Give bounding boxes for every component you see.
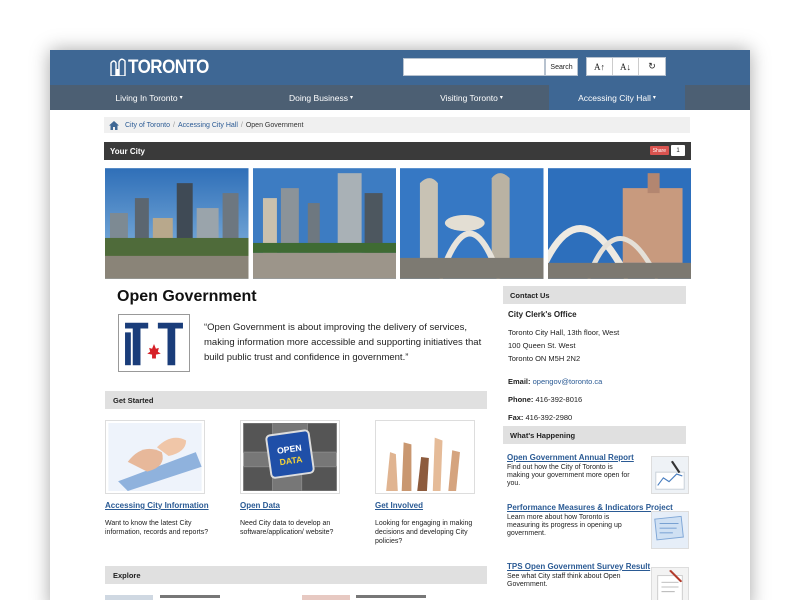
breadcrumb-current: Open Government (245, 121, 304, 129)
main-nav: Living In Toronto ▾ Doing Business ▾ Vis… (50, 85, 750, 110)
address-line: 100 Queen St. West (508, 341, 576, 350)
banner-photo-city-hall (400, 168, 544, 279)
card-title-get-involved[interactable]: Get Involved (375, 501, 505, 510)
font-decrease-button[interactable]: A↓ (613, 58, 639, 75)
news-desc: See what City staff think about Open Gov… (507, 573, 621, 588)
open-government-logo (118, 314, 190, 372)
news-thumbnail-tps-survey[interactable] (651, 567, 689, 600)
survey-form-graphic (652, 568, 688, 600)
card-title-open-data[interactable]: Open Data (240, 501, 370, 510)
card-desc: Want to know the latest City information… (105, 520, 209, 536)
open-data-key-graphic: OPEN DATA (243, 423, 337, 491)
report-pen-graphic (652, 457, 688, 493)
nav-item-accessing-city-hall[interactable]: Accessing City Hall ▾ (549, 85, 685, 110)
breadcrumb-separator: / (240, 121, 243, 129)
banner-photo-skyline (105, 168, 249, 279)
explore-label: Explore (113, 570, 141, 580)
your-city-bar: Your City Share 1 (104, 142, 691, 160)
share-label: Share (652, 147, 666, 154)
contact-info: City Clerk's Office Toronto City Hall, 1… (508, 310, 688, 431)
contact-office: City Clerk's Office (508, 310, 577, 319)
whats-happening-label: What's Happening (510, 430, 576, 440)
breadcrumb-link-city-of-toronto[interactable]: City of Toronto (125, 122, 170, 129)
logo-text: TORONTO (128, 55, 209, 78)
open-government-logo-graphic (122, 317, 186, 369)
contact-address: Toronto City Hall, 13th floor, West 100 … (508, 326, 688, 365)
keyboard-hands-graphic (108, 423, 202, 491)
news-desc: Learn more about how Toronto is measurin… (507, 514, 622, 537)
explore-heading: Explore (105, 566, 487, 584)
email-link[interactable]: opengov@toronto.ca (533, 377, 603, 386)
search-button[interactable]: Search (545, 58, 578, 76)
card-accessing-city-information: Accessing City Information Want to know … (105, 420, 235, 537)
news-item-performance-measures: Performance Measures & Indicators Projec… (507, 503, 689, 549)
fax-label: Fax: (508, 413, 524, 422)
explore-item-title[interactable] (160, 595, 220, 598)
contact-us-label: Contact Us (510, 290, 550, 300)
nav-label: Visiting Toronto (440, 92, 498, 103)
banner-photos (105, 168, 691, 279)
raised-hands-graphic (378, 423, 472, 491)
contact-phone-row: Phone: 416-392-8016 (508, 395, 688, 404)
site-header: TORONTO Search A↑ A↓ ↻ (50, 50, 750, 85)
whats-happening-heading: What's Happening (503, 426, 686, 444)
card-get-involved: Get Involved Looking for engaging in mak… (375, 420, 505, 546)
breadcrumb-separator: / (173, 121, 175, 129)
phone-label: Phone: (508, 395, 534, 404)
keyboard-hands-image[interactable] (105, 420, 205, 494)
contact-fax-row: Fax: 416-392-2980 (508, 413, 688, 422)
search-input[interactable] (403, 58, 545, 76)
card-title-accessing-city-information[interactable]: Accessing City Information (105, 501, 235, 510)
news-item-annual-report: Open Government Annual Report Find out h… (507, 453, 689, 494)
nav-item-doing-business[interactable]: Doing Business ▾ (248, 85, 394, 110)
explore-item-thumbnail[interactable] (302, 595, 350, 600)
open-data-key-image[interactable]: OPEN DATA (240, 420, 340, 494)
home-icon[interactable] (109, 120, 119, 130)
email-label: Email: (508, 377, 531, 386)
news-desc: Find out how the City of Toronto is maki… (507, 464, 630, 487)
card-open-data: OPEN DATA Open Data Need City data to de… (240, 420, 370, 537)
city-hall-icon (110, 58, 126, 76)
banner-photo-square (252, 168, 396, 279)
address-line: Toronto ON M5H 2N2 (508, 354, 581, 363)
get-started-label: Get Started (113, 395, 154, 405)
address-line: Toronto City Hall, 13th floor, West (508, 328, 620, 337)
caret-down-icon: ▾ (350, 95, 354, 101)
raised-hands-image[interactable] (375, 420, 475, 494)
font-size-controls: A↑ A↓ ↻ (586, 57, 666, 76)
news-thumbnail-performance-measures[interactable] (651, 511, 689, 549)
toronto-logo[interactable]: TORONTO (110, 56, 209, 78)
nav-label: Accessing City Hall (578, 92, 651, 103)
caret-down-icon: ▾ (652, 95, 656, 101)
caret-down-icon: ▾ (179, 95, 183, 101)
phone-value: 416-392-8016 (535, 395, 583, 404)
nav-label: Living In Toronto (115, 92, 178, 103)
open-government-quote: “Open Government is about improving the … (204, 322, 482, 363)
banner-photo-arches (547, 168, 691, 279)
get-started-heading: Get Started (105, 391, 487, 409)
explore-item-thumbnail[interactable] (105, 595, 153, 600)
contact-email-row: Email: opengov@toronto.ca (508, 377, 688, 386)
nav-label: Doing Business (288, 92, 349, 103)
caret-down-icon: ▾ (499, 95, 503, 101)
fax-value: 416-392-2980 (525, 413, 573, 422)
share-button[interactable]: Share (649, 146, 669, 155)
news-thumbnail-annual-report[interactable] (651, 456, 689, 494)
explore-item-title[interactable] (356, 595, 426, 598)
browser-page: TORONTO Search A↑ A↓ ↻ Living In Toronto… (50, 50, 750, 600)
nav-item-visiting-toronto[interactable]: Visiting Toronto ▾ (394, 85, 549, 110)
blueprint-graphic (652, 512, 688, 548)
your-city-title: Your City (110, 146, 145, 156)
card-desc: Looking for engaging in making decisions… (375, 520, 473, 545)
reset-font-button[interactable]: ↻ (639, 58, 665, 75)
font-increase-button[interactable]: A↑ (587, 58, 613, 75)
share-count: 1 (671, 145, 685, 156)
breadcrumb-link-accessing-city-hall[interactable]: Accessing City Hall (178, 122, 238, 129)
card-desc: Need City data to develop an software/ap… (240, 520, 334, 536)
contact-us-heading: Contact Us (503, 286, 686, 304)
nav-item-living-in-toronto[interactable]: Living In Toronto ▾ (50, 85, 248, 110)
page-title: Open Government (117, 288, 257, 305)
news-item-tps-survey: TPS Open Government Survey Result See wh… (507, 562, 689, 600)
breadcrumb: City of Toronto / Accessing City Hall / … (104, 117, 690, 133)
